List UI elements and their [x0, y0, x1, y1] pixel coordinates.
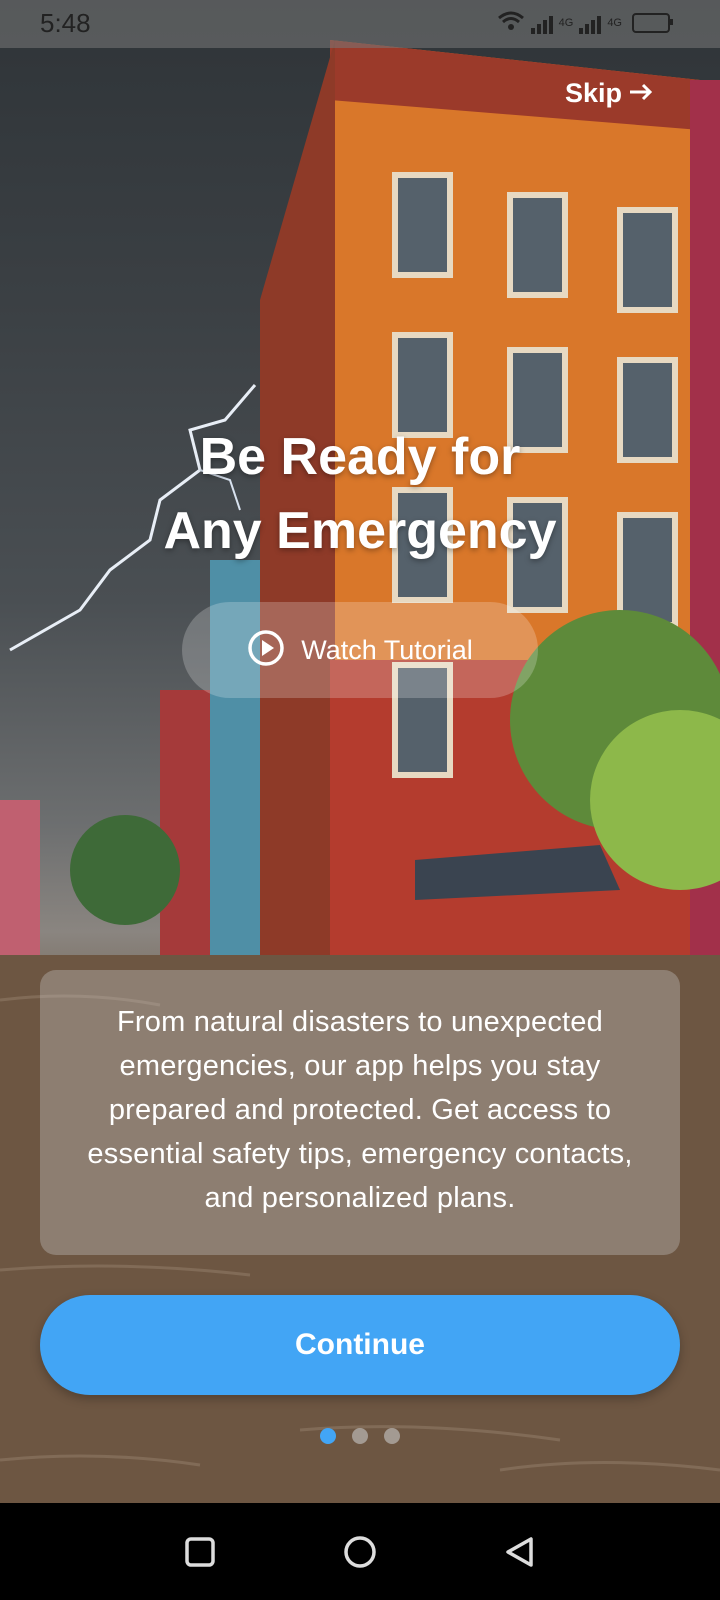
status-icons: 4G 4G [497, 10, 673, 35]
circle-icon [344, 1535, 376, 1568]
home-button[interactable] [330, 1522, 390, 1582]
page-dot-1[interactable] [320, 1428, 336, 1444]
skip-button[interactable]: Skip [565, 78, 654, 109]
back-button[interactable] [490, 1522, 550, 1582]
signal-icon-2 [579, 12, 602, 34]
arrow-right-icon [628, 78, 654, 109]
play-circle-icon [247, 629, 285, 672]
recent-apps-button[interactable] [170, 1522, 230, 1582]
network-type-label: 4G [558, 16, 574, 29]
description-card: From natural disasters to unexpected eme… [40, 970, 680, 1255]
square-icon [185, 1536, 215, 1567]
page-dot-2[interactable] [352, 1428, 368, 1444]
tutorial-label: Watch Tutorial [301, 634, 473, 665]
title-line-2: Any Emergency [163, 502, 557, 560]
onboarding-screen: 5:48 4G 4G Skip Be Ready for Any Emergen… [0, 0, 720, 1600]
skip-label: Skip [565, 78, 623, 108]
wifi-icon [497, 10, 525, 35]
signal-icon [530, 12, 553, 34]
watch-tutorial-button[interactable]: Watch Tutorial [182, 602, 538, 698]
status-bar: 5:48 4G 4G [0, 0, 720, 48]
background-flood-image [0, 0, 720, 1503]
battery-icon [632, 12, 673, 33]
page-title: Be Ready for Any Emergency [0, 420, 720, 568]
page-dot-3[interactable] [384, 1428, 400, 1444]
continue-button[interactable]: Continue [40, 1295, 680, 1395]
page-indicator [0, 1428, 720, 1444]
system-nav-bar [0, 1503, 720, 1600]
triangle-back-icon [506, 1536, 533, 1567]
network-type-label-2: 4G [607, 16, 622, 29]
description-text: From natural disasters to unexpected eme… [87, 1006, 633, 1214]
status-time: 5:48 [40, 8, 91, 38]
title-line-1: Be Ready for [199, 428, 521, 486]
